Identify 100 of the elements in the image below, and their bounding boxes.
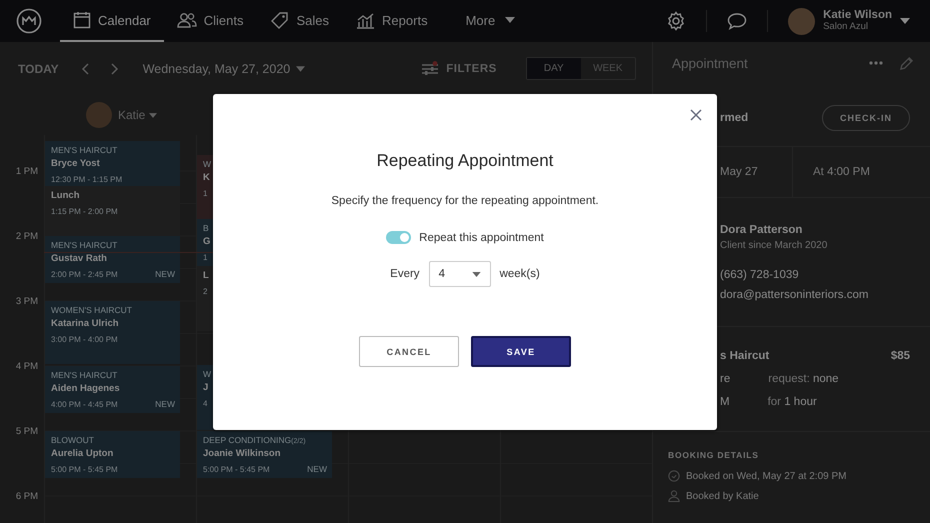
appointment-time: 4 [203,399,208,408]
nav-tab[interactable]: More [452,0,528,42]
service-name: BLOWOUT [51,435,95,445]
client-email: dora@pattersoninteriors.com [720,288,870,300]
appointment-time: 4:00 PM - 4:45 PM [51,400,118,409]
service-price: $85 [890,350,910,362]
staff-name: re [720,373,730,385]
repeat-label: Repeat this appointment [419,232,544,244]
frequency-select[interactable]: 4 [428,261,491,287]
today-button[interactable]: TODAY [18,62,59,76]
appointment-time: 12:30 PM - 1:15 PM [51,175,122,184]
appointment-time: 2:00 PM - 2:45 PM [51,270,118,279]
service-name: W [203,159,212,169]
service-start: M [720,396,730,408]
caret-icon[interactable] [900,18,910,24]
date-picker[interactable]: Wednesday, May 27, 2020 [142,62,306,76]
person-icon [668,490,680,502]
appointment-time: 2 [203,287,208,296]
caret-icon [472,272,481,276]
client-name: Aiden Hagenes [51,383,121,394]
hour-label: 4 PM [16,361,38,372]
hour-label: 3 PM [16,296,38,307]
save-button[interactable]: SAVE [471,336,571,367]
chevron-right-icon[interactable] [110,62,119,74]
hour-label: 6 PM [16,491,38,502]
cancel-button[interactable]: CANCEL [359,336,459,367]
clock-icon [668,470,680,482]
caret-icon [296,66,306,72]
service-duration: for 1 hour [768,396,817,408]
panel-title: Appointment [672,56,748,70]
hour-label: 2 PM [16,231,38,242]
chat-icon[interactable] [727,12,748,30]
unit-label: week(s) [500,268,540,280]
client-name: Gustav Rath [51,253,108,264]
client-name: L [203,270,210,281]
client-name: Aurelia Upton [51,448,114,459]
booking-detail: Booked on Wed, May 27 at 2:09 PM [686,470,846,482]
appointment-time: 3:00 PM - 4:00 PM [51,335,118,344]
appointment-time: 5:00 PM - 5:45 PM [203,465,270,474]
nav-tab[interactable]: Reports [342,0,441,42]
user-avatar[interactable] [788,8,816,34]
client-since: Client since March 2020 [720,240,828,250]
new-client-label: NEW [155,399,175,409]
appointment-card[interactable]: MEN'S HAIRCUT Aiden Hagenes 4:00 PM - 4:45 PM NEW [45,366,180,413]
service-name: B [203,223,210,233]
appointment-card[interactable]: MEN'S HAIRCUT Bryce Yost 12:30 PM - 1:15 PM [45,141,180,186]
appointment-time: 5:00 PM - 5:45 PM [51,465,118,474]
repeat-toggle[interactable] [386,231,412,244]
more-options-icon[interactable] [869,61,883,65]
chevron-left-icon[interactable] [80,62,89,74]
close-icon[interactable] [690,109,702,121]
client-name: G [203,236,212,247]
nav-tab[interactable]: Calendar [60,0,164,42]
appointment-date: May 27 [720,147,793,197]
section-heading: BOOKING DETAILS [668,450,760,460]
appointment-status: rmed [720,112,748,124]
client-name: Bryce Yost [51,158,101,169]
pencil-icon[interactable] [899,56,914,70]
staff-selector[interactable]: Katie [118,108,158,122]
dialog-description: Specify the frequency for the repeating appointment. [331,195,599,207]
client-phone: (663) 728-1039 [720,268,800,280]
calendar-icon [73,11,91,29]
client-name: Joanie Wilkinson [203,448,282,459]
service-name: MEN'S HAIRCUT [51,240,118,250]
client-name: Lunch [51,190,80,201]
salon-name: Salon Azul [823,21,869,33]
every-label: Every [390,268,420,280]
nav-tab[interactable]: Sales [256,0,342,42]
appointment-time: 1 [203,253,208,262]
dialog-title: Repeating Appointment [376,151,554,171]
appointment-card[interactable]: BLOWOUT Aurelia Upton 5:00 PM - 5:45 PM [45,431,180,478]
client-name: Katarina Ulrich [51,318,120,329]
service-name: s Haircut [720,350,770,362]
service-name: MEN'S HAIRCUT [51,145,118,155]
client-name: K [203,172,211,183]
appointment-start: At 4:00 PM [813,166,870,178]
settings-icon[interactable] [666,11,686,31]
nav-tab[interactable]: Clients [164,0,257,42]
hour-label: 1 PM [16,166,38,177]
appointment-time: 1:15 PM - 2:00 PM [51,207,118,216]
appointment-card[interactable]: Lunch 1:15 PM - 2:00 PM [45,186,180,236]
service-name: W [203,369,212,379]
caret-icon [505,17,516,23]
tag-icon [270,11,290,29]
client-name: J [203,382,210,393]
client-name: Dora Patterson [720,224,804,236]
people-icon [176,11,197,29]
bar-chart-icon [355,11,376,29]
new-client-label: NEW [307,464,327,474]
appointment-card[interactable]: MEN'S HAIRCUT Gustav Rath 2:00 PM - 2:45 PM NEW [45,236,180,283]
filters-button[interactable]: FILTERS [446,62,497,74]
logo-icon[interactable] [16,8,42,34]
appointment-card[interactable]: WOMEN'S HAIRCUT Katarina Ulrich 3:00 PM - 4:00 PM [45,301,180,364]
check-in-button[interactable]: CHECK-IN [822,105,910,131]
booking-detail: Booked by Katie [686,490,759,502]
view-toggle[interactable]: DAY [526,58,581,79]
filter-icon[interactable] [420,60,440,78]
staff-avatar [86,102,112,128]
caret-icon [149,112,158,118]
appointment-time: 1 [203,189,208,198]
